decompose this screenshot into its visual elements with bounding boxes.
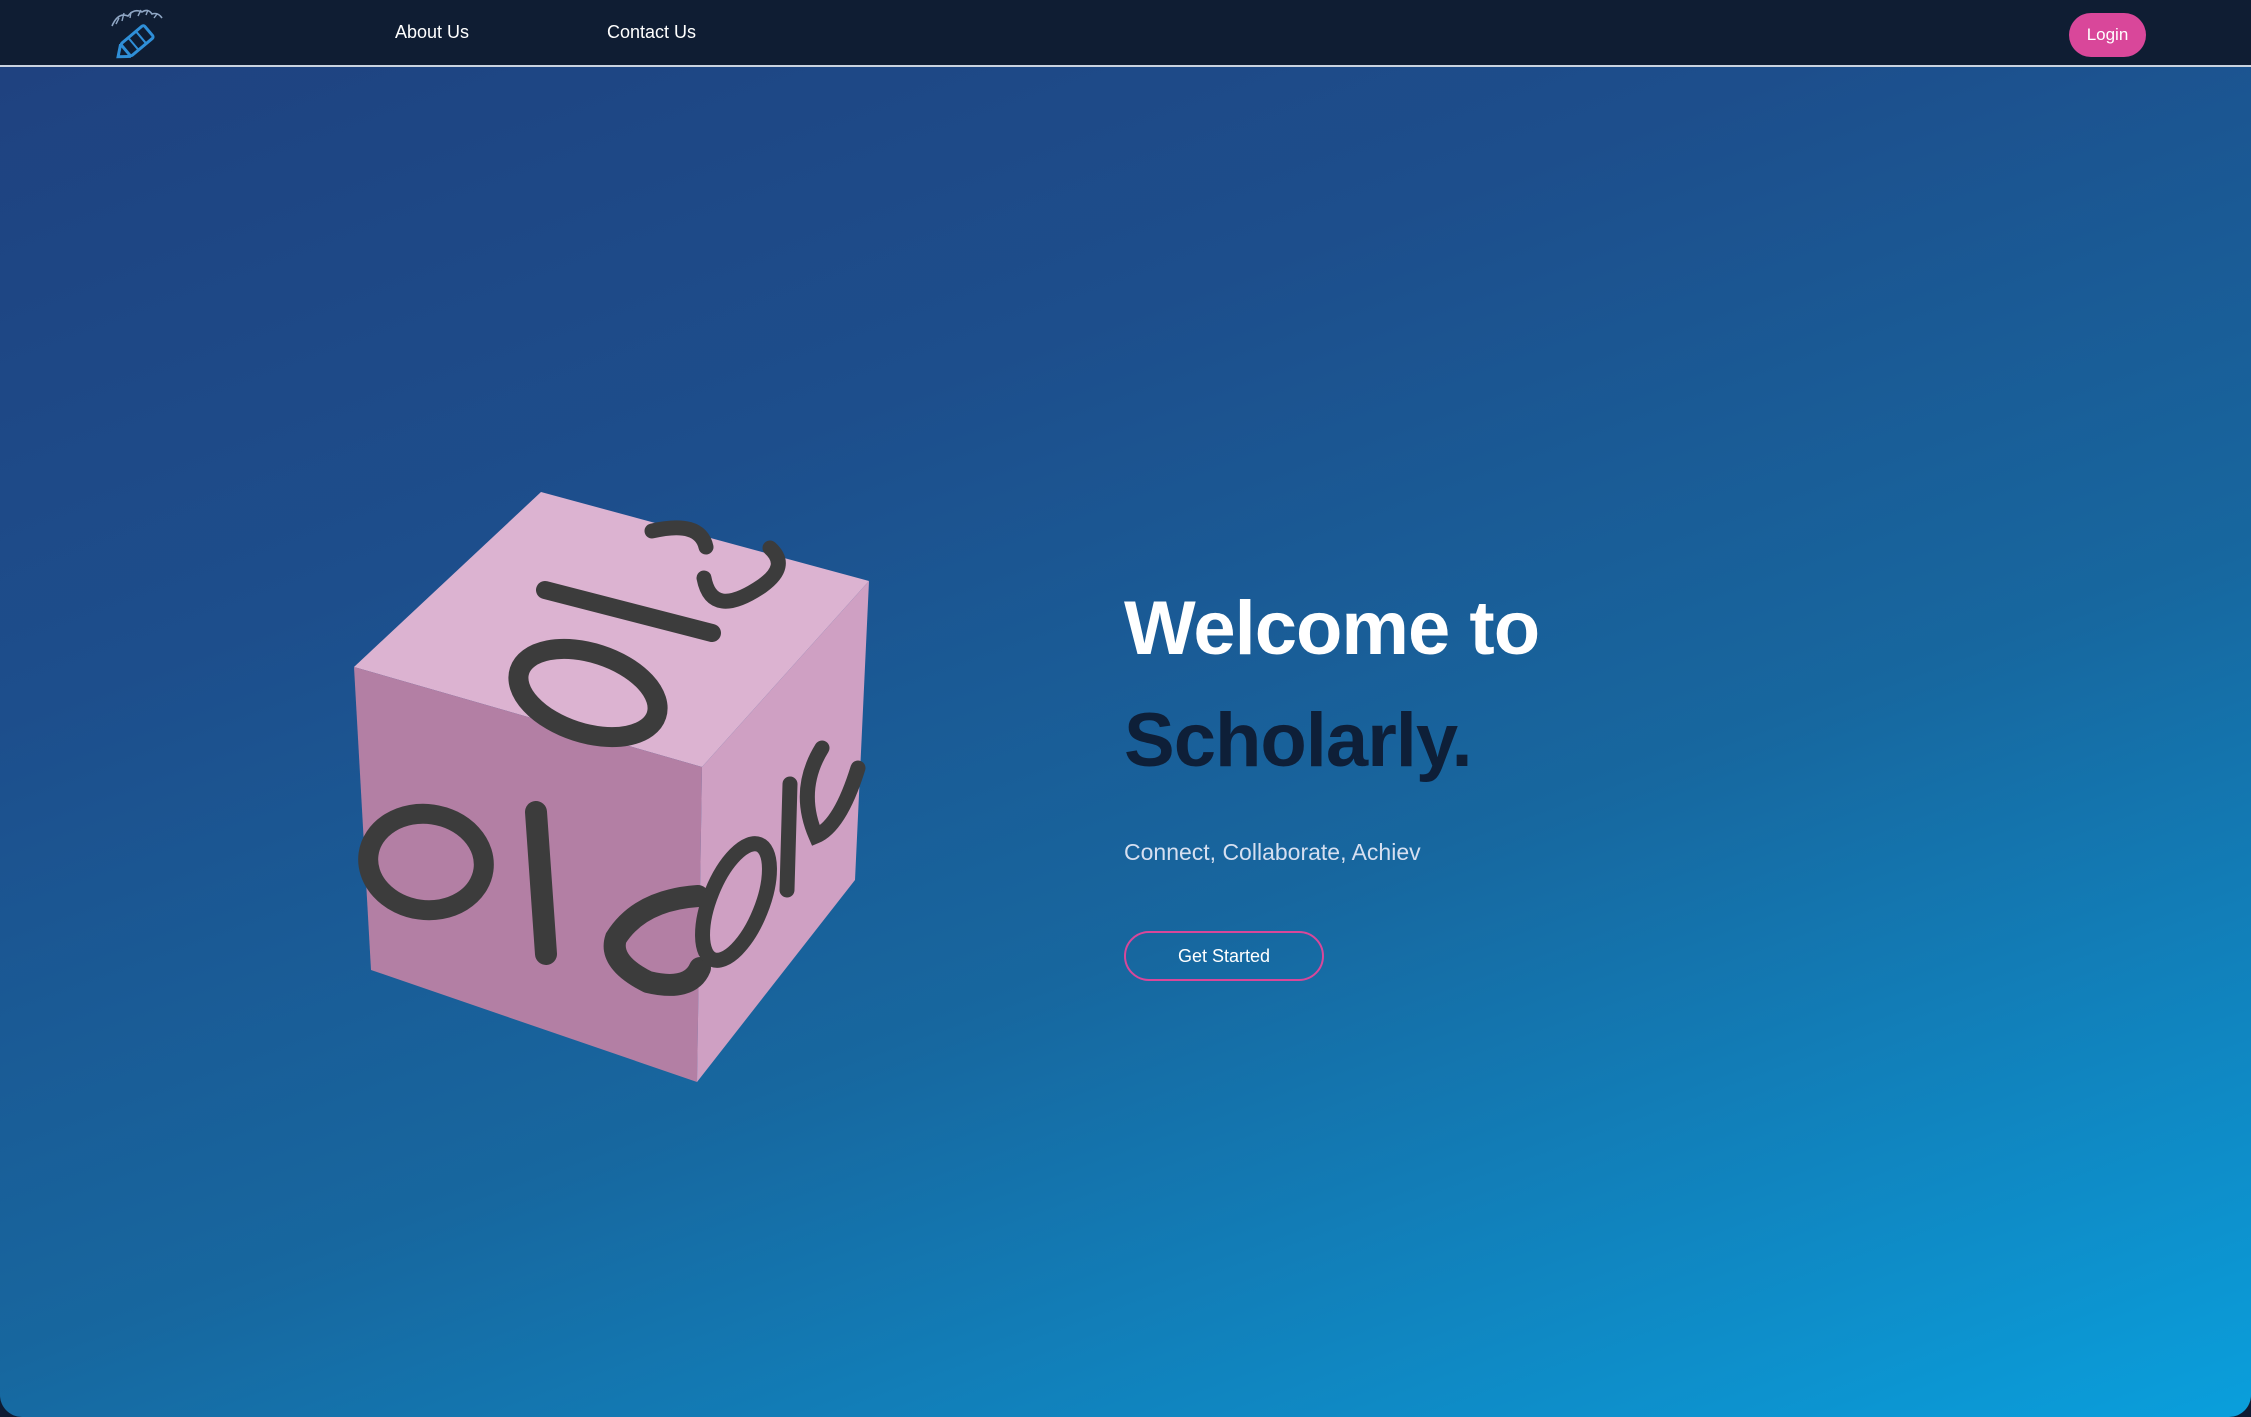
scholarly-logo-icon[interactable] <box>108 4 168 60</box>
hero-headline-line1: Welcome to <box>1124 586 1540 671</box>
rotating-cube-graphic <box>340 478 880 1096</box>
landing-page: About Us Contact Us Login Welcome to Sch… <box>0 0 2251 1417</box>
get-started-button[interactable]: Get Started <box>1124 931 1324 981</box>
top-navbar: About Us Contact Us Login <box>0 0 2251 67</box>
hero-headline-brand: Scholarly. <box>1124 698 1473 783</box>
nav-link-contact-us[interactable]: Contact Us <box>607 22 696 43</box>
login-button[interactable]: Login <box>2069 13 2146 57</box>
hero-tagline: Connect, Collaborate, Achiev <box>1124 839 1421 865</box>
nav-link-about-us[interactable]: About Us <box>395 22 469 43</box>
